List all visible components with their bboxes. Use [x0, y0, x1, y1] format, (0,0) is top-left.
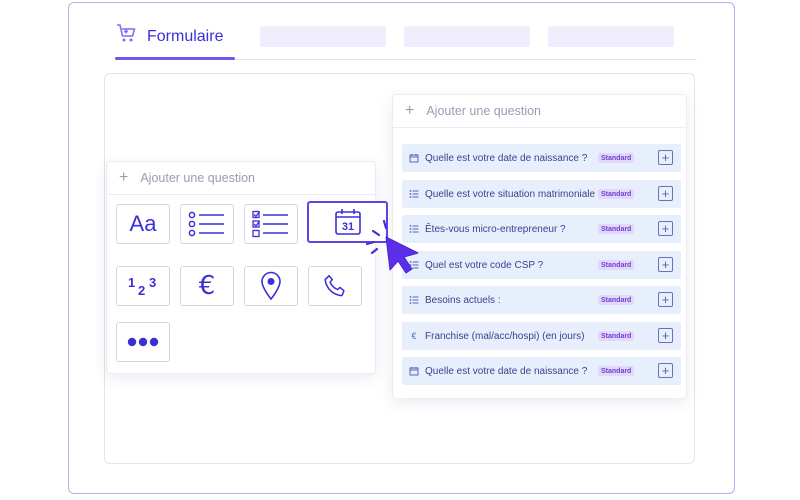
tab-formulaire[interactable]: Formulaire	[115, 22, 223, 60]
add-question-label: Ajouter une question	[140, 171, 256, 185]
euro-icon: €	[198, 271, 216, 301]
add-question-label: Ajouter une question	[426, 104, 542, 118]
svg-text:3: 3	[149, 275, 156, 290]
question-text: Franchise (mal/acc/hospi) (en jours)	[425, 330, 585, 342]
tab-placeholder-2[interactable]	[260, 26, 386, 47]
question-text: Besoins actuels :	[425, 294, 501, 306]
svg-text:2: 2	[138, 283, 145, 298]
question-text: Quel est votre code CSP ?	[425, 259, 544, 271]
location-pin-icon	[261, 271, 281, 301]
question-text: Êtes-vous micro-entrepreneur ?	[425, 223, 566, 235]
text-type-tile[interactable]: Aa	[116, 204, 170, 244]
question-text: Quelle est votre date de naissance ?	[425, 152, 588, 164]
currency-type-tile[interactable]: €	[180, 266, 234, 306]
checklist-icon	[252, 210, 288, 238]
standard-badge: Standard	[598, 153, 635, 163]
add-question-plus-button[interactable]: +	[658, 363, 673, 378]
tab-formulaire-label: Formulaire	[147, 28, 224, 45]
form-builder-illustration: Formulaire + Ajouter une question Quelle…	[0, 0, 800, 500]
more-types-tile[interactable]	[116, 322, 170, 362]
calendar-icon: 31	[334, 209, 361, 235]
standard-badge: Standard	[598, 331, 635, 341]
question-text: Quelle est votre situation matrimoniale …	[425, 188, 604, 200]
number-icon: 1 2 3	[128, 275, 156, 298]
svg-text:1: 1	[128, 275, 135, 290]
location-type-tile[interactable]	[244, 266, 298, 306]
question-row[interactable]: Quelle est votre situation matrimoniale …	[402, 180, 681, 208]
number-type-tile[interactable]: 1 2 3	[116, 266, 170, 306]
question-row[interactable]: € Franchise (mal/acc/hospi) (en jours) S…	[402, 322, 681, 350]
calendar-day-text: 31	[341, 221, 353, 233]
cart-icon	[117, 24, 136, 42]
standard-badge: Standard	[598, 189, 635, 199]
phone-type-tile[interactable]	[308, 266, 362, 306]
cursor-click-icon	[365, 220, 419, 274]
add-question-plus-button[interactable]: +	[658, 257, 673, 272]
standard-badge: Standard	[598, 366, 635, 376]
add-question-plus-button[interactable]: +	[658, 221, 673, 236]
add-question-plus-button[interactable]: +	[658, 186, 673, 201]
phone-icon	[324, 274, 345, 297]
question-text: Quelle est votre date de naissance ?	[425, 365, 588, 377]
plus-icon: +	[119, 169, 129, 186]
add-question-plus-button[interactable]: +	[658, 292, 673, 307]
more-dots-icon	[127, 337, 159, 347]
list-type-tile[interactable]	[180, 204, 234, 244]
plus-icon: +	[405, 102, 415, 119]
checklist-type-tile[interactable]	[244, 204, 298, 244]
question-row[interactable]: Êtes-vous micro-entrepreneur ? Standard …	[402, 215, 681, 243]
add-question-plus-button[interactable]: +	[658, 150, 673, 165]
list-icon	[188, 211, 224, 237]
standard-badge: Standard	[598, 260, 635, 270]
calendar-icon	[406, 153, 422, 163]
question-row[interactable]: Quel est votre code CSP ? Standard +	[402, 251, 681, 279]
standard-badge: Standard	[598, 295, 635, 305]
add-question-button-right[interactable]: + Ajouter une question	[393, 95, 686, 128]
question-row[interactable]: Quelle est votre date de naissance ? Sta…	[402, 144, 681, 172]
question-row[interactable]: Quelle est votre date de naissance ? Sta…	[402, 357, 681, 385]
calendar-icon	[406, 366, 422, 376]
standard-badge: Standard	[598, 224, 635, 234]
add-question-button-left[interactable]: + Ajouter une question	[107, 162, 375, 195]
question-list-card: + Ajouter une question	[392, 94, 687, 399]
euro-icon: €	[411, 331, 417, 341]
question-row[interactable]: Besoins actuels : Standard +	[402, 286, 681, 314]
tab-active-indicator	[115, 57, 235, 60]
tab-placeholder-3[interactable]	[404, 26, 530, 47]
tab-placeholder-4[interactable]	[548, 26, 674, 47]
text-type-icon: Aa	[129, 211, 157, 236]
list-icon	[406, 295, 422, 305]
add-question-plus-button[interactable]: +	[658, 328, 673, 343]
list-icon	[406, 189, 422, 199]
